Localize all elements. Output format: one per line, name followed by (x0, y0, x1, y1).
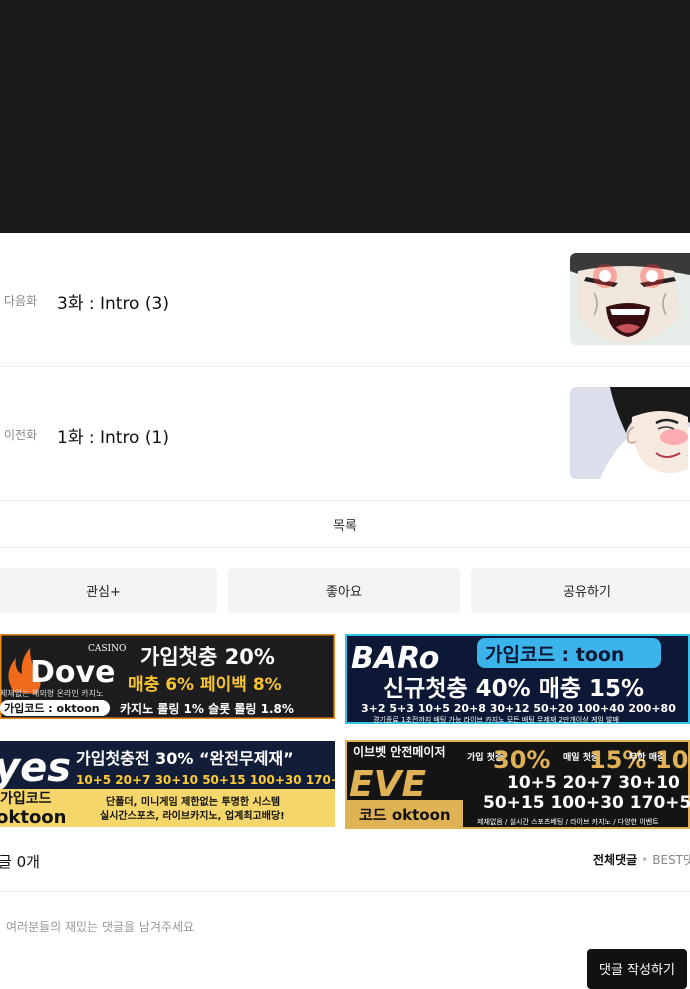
prev-episode-row[interactable]: 이전화 1화 : Intro (1) (0, 367, 690, 501)
next-episode-title[interactable]: 3화 : Intro (3) (57, 289, 169, 314)
dove-brand: Dove (30, 655, 115, 690)
episode-list-button[interactable]: 목록 (0, 501, 690, 548)
yes-code: oktoon (0, 807, 67, 827)
yes-banner-art: yes 가입첫충전 30% “완전무제재” 10+5 20+7 30+10 50… (0, 741, 335, 827)
baro-brand: BARo (351, 641, 439, 676)
favorite-button[interactable]: 관심+ (0, 568, 217, 613)
eve-banner-art: 이브벳 안전메이저 EVE 가입 첫충 30% 매일 첫충 15% 무한 매충 … (345, 740, 690, 829)
dove-brand-sub: CASINO (88, 644, 126, 654)
prev-episode-title[interactable]: 1화 : Intro (1) (57, 423, 169, 448)
comment-submit-button[interactable]: 댓글 작성하기 (587, 949, 687, 989)
yes-headline: 가입첫충전 30% “완전무제재” (76, 749, 294, 768)
yes-line2: 10+5 20+7 30+10 50+15 100+30 170+50 (76, 773, 335, 787)
dove-code: 가입코드 : oktoon (4, 701, 100, 715)
next-episode-row[interactable]: 다음화 3화 : Intro (3) (0, 233, 690, 367)
eve-line4: 제재없음 / 실시간 스포츠베팅 / 라이브 카지노 / 다양한 이벤트 (477, 817, 659, 826)
dove-line2: 매충 6% 페이백 8% (128, 675, 282, 695)
baro-line3: 경기종료 1초전까지 배팅 가능 라이브 카지노 모든 배팅 무제재 2만개이상… (373, 715, 619, 724)
dove-line3: 카지노 롤링 1% 슬롯 롤링 1.8% (120, 701, 294, 716)
eve-p1: 30% (493, 746, 550, 774)
prev-episode-thumbnail[interactable] (570, 387, 690, 479)
next-episode-tag: 다음화 (4, 294, 38, 308)
tab-best-comments[interactable]: BEST댓 (652, 853, 690, 867)
dove-casino-banner[interactable]: Dove CASINO 제재없는 해외형 온라인 카지노 가입코드 : okto… (0, 634, 335, 719)
yes-code-label: 가입코드 (0, 791, 52, 807)
eve-banner[interactable]: 이브벳 안전메이저 EVE 가입 첫충 30% 매일 첫충 15% 무한 매충 … (345, 740, 690, 829)
eve-line3: 50+15 100+30 170+50 (483, 793, 690, 813)
baro-code: 가입코드 : toon (485, 644, 624, 666)
tab-all-comments[interactable]: 전체댓글 (593, 853, 637, 867)
baro-banner[interactable]: BARo 가입코드 : toon 신규첫충 40% 매충 15% 3+2 5+3… (345, 634, 690, 724)
comic-viewer (0, 0, 690, 233)
yes-line3: 단폴더, 미니게임 제한없는 투명한 시스템 (106, 795, 280, 808)
yes-line4: 실시간스포츠, 라이브카지노, 업계최고배당! (100, 809, 285, 822)
tab-separator: • (641, 853, 649, 867)
yes-banner[interactable]: yes 가입첫충전 30% “완전무제재” 10+5 20+7 30+10 50… (0, 741, 335, 827)
comment-tabs: 전체댓글 • BEST댓 (593, 851, 690, 868)
dove-tagline: 제재없는 해외형 온라인 카지노 (0, 688, 103, 698)
like-button[interactable]: 좋아요 (228, 568, 460, 613)
comments-header: 글 0개 전체댓글 • BEST댓 (0, 845, 690, 892)
eve-p3: 10% (655, 746, 690, 774)
eve-line2: 10+5 20+7 30+10 (507, 773, 680, 793)
dove-headline: 가입첫충 20% (140, 645, 275, 669)
comment-count: 글 0개 (0, 853, 40, 871)
baro-line2: 3+2 5+3 10+5 20+8 30+12 50+20 100+40 200… (361, 702, 676, 715)
next-episode-thumbnail[interactable] (570, 253, 690, 345)
prev-episode-tag: 이전화 (4, 428, 38, 442)
yes-brand: yes (0, 745, 71, 791)
eve-brand: EVE (349, 764, 426, 805)
comment-input[interactable]: 여러분들의 재밌는 댓글을 남겨주세요 (6, 918, 194, 935)
share-button[interactable]: 공유하기 (471, 568, 690, 613)
eve-title: 이브벳 안전메이저 (353, 744, 446, 759)
baro-headline: 신규첫충 40% 매충 15% (383, 676, 644, 702)
eve-code: 코드 oktoon (359, 806, 451, 824)
dove-banner-art: Dove CASINO 제재없는 해외형 온라인 카지노 가입코드 : okto… (0, 634, 335, 719)
baro-banner-art: BARo 가입코드 : toon 신규첫충 40% 매충 15% 3+2 5+3… (345, 634, 690, 724)
